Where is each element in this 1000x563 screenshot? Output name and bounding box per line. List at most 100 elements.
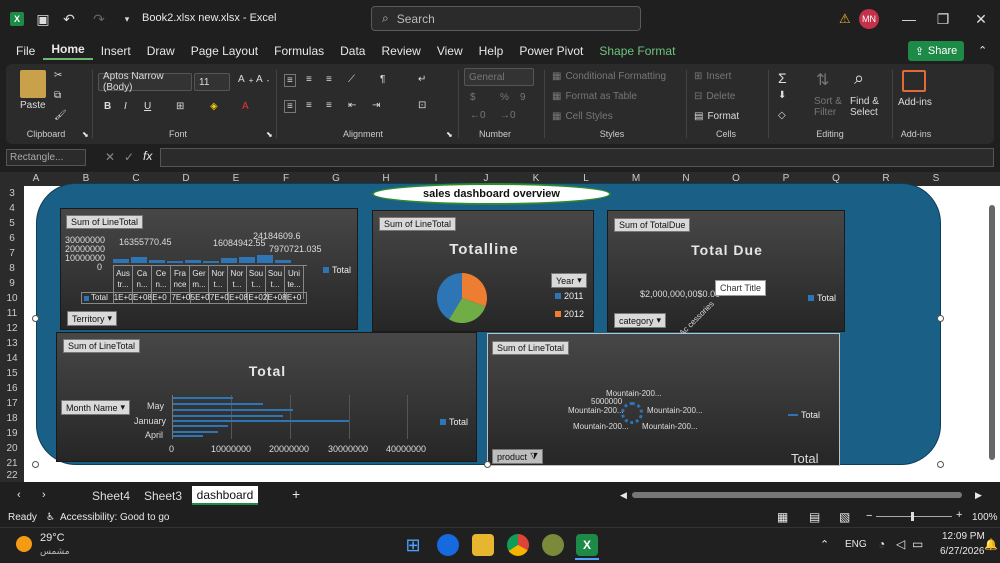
- add-ins-icon[interactable]: [902, 70, 926, 92]
- borders-icon[interactable]: ⊞: [176, 101, 184, 112]
- input-language[interactable]: ENG: [845, 539, 867, 550]
- font-size-select[interactable]: 11: [194, 73, 230, 91]
- search-box[interactable]: ⌕ Search: [371, 6, 641, 31]
- enter-icon[interactable]: ✓: [124, 150, 134, 164]
- scroll-left-icon[interactable]: ◀: [620, 490, 627, 501]
- avatar[interactable]: MN: [859, 9, 879, 29]
- accessibility-status[interactable]: Accessibility: Good to go: [60, 512, 170, 523]
- share-button[interactable]: ⇪ Share: [908, 41, 964, 61]
- row-header[interactable]: 3: [0, 188, 24, 199]
- next-sheet-icon[interactable]: ›: [42, 489, 46, 501]
- bar[interactable]: [167, 261, 183, 263]
- resize-handle[interactable]: [484, 461, 491, 468]
- tab-home[interactable]: Home: [43, 42, 93, 60]
- insert-cells-button[interactable]: ⊞ Insert: [694, 71, 731, 82]
- sheet-tab-dashboard[interactable]: dashboard: [192, 486, 258, 505]
- find-select-button[interactable]: Find & Select: [850, 96, 888, 118]
- sheet-tab[interactable]: Sheet4: [86, 486, 136, 505]
- row-header[interactable]: 12: [0, 323, 24, 334]
- excel-taskbar-icon[interactable]: X: [576, 534, 598, 556]
- minimize-icon[interactable]: —: [900, 10, 918, 28]
- row-header[interactable]: 19: [0, 428, 24, 439]
- vertical-scrollbar[interactable]: [989, 205, 995, 460]
- bar[interactable]: [173, 397, 233, 399]
- decrease-decimal-icon[interactable]: →0: [500, 110, 516, 121]
- bar[interactable]: [257, 255, 273, 263]
- bar[interactable]: [173, 420, 349, 422]
- fill-icon[interactable]: ⬇: [778, 90, 786, 101]
- scroll-right-icon[interactable]: ▶: [975, 490, 982, 501]
- field-button[interactable]: Sum of LineTotal: [492, 341, 570, 355]
- tab-shape-format[interactable]: Shape Format: [591, 44, 683, 58]
- undo-icon[interactable]: ↶: [60, 10, 78, 28]
- increase-font-icon[interactable]: A +: [238, 74, 254, 85]
- sheet-tab[interactable]: Sheet3: [140, 486, 186, 505]
- zoom-slider[interactable]: [876, 516, 952, 517]
- clipboard-launcher-icon[interactable]: ⬊: [82, 130, 89, 139]
- align-center-icon[interactable]: ≡: [306, 100, 312, 111]
- field-button[interactable]: Sum of TotalDue: [614, 218, 691, 232]
- file-explorer-icon[interactable]: [472, 534, 494, 556]
- column-header[interactable]: A: [16, 173, 56, 184]
- row-header[interactable]: 6: [0, 233, 24, 244]
- cell-styles-button[interactable]: ▦ Cell Styles: [552, 111, 613, 122]
- row-header[interactable]: 16: [0, 383, 24, 394]
- italic-icon[interactable]: I: [124, 101, 127, 112]
- resize-handle[interactable]: [937, 315, 944, 322]
- bar[interactable]: [173, 425, 228, 427]
- font-name-select[interactable]: Aptos Narrow (Body): [98, 71, 192, 93]
- cut-icon[interactable]: ✂: [54, 70, 62, 81]
- tab-page-layout[interactable]: Page Layout: [183, 44, 266, 58]
- row-header[interactable]: 18: [0, 413, 24, 424]
- bar[interactable]: [275, 260, 291, 263]
- row-header[interactable]: 10: [0, 293, 24, 304]
- wifi-icon[interactable]: ◔: [878, 537, 885, 551]
- tab-help[interactable]: Help: [471, 44, 512, 58]
- redo-icon[interactable]: ↷: [90, 10, 108, 28]
- align-middle-icon[interactable]: ≡: [306, 74, 312, 85]
- find-select-icon[interactable]: ⌕: [854, 68, 864, 89]
- month-filter-button[interactable]: Month Name ▾: [61, 400, 131, 415]
- ribbon-collapse-icon[interactable]: ⌃: [978, 44, 987, 57]
- start-windows-icon[interactable]: ⊞: [402, 534, 424, 556]
- comma-icon[interactable]: 9: [520, 92, 526, 103]
- zoom-out-icon[interactable]: −: [866, 510, 872, 522]
- territory-filter-button[interactable]: Territory ▾: [67, 311, 118, 326]
- row-header[interactable]: 11: [0, 308, 24, 319]
- save-icon[interactable]: ▣: [34, 10, 52, 28]
- tab-view[interactable]: View: [429, 44, 471, 58]
- text-direction-icon[interactable]: ¶: [380, 74, 385, 85]
- increase-indent-icon[interactable]: ⇥: [372, 100, 380, 111]
- category-filter-button[interactable]: category ▾: [614, 313, 667, 328]
- accessibility-icon[interactable]: ♿: [46, 512, 55, 523]
- align-right-icon[interactable]: ≡: [326, 100, 332, 111]
- number-format-select[interactable]: General: [464, 68, 534, 86]
- bar[interactable]: [173, 409, 293, 411]
- add-sheet-icon[interactable]: +: [292, 486, 300, 502]
- weather-sun-icon[interactable]: [16, 536, 32, 552]
- alignment-launcher-icon[interactable]: ⬊: [446, 130, 453, 139]
- row-header[interactable]: 5: [0, 218, 24, 229]
- bar[interactable]: [203, 261, 219, 263]
- chart-title[interactable]: Totalline: [373, 241, 595, 258]
- resize-handle[interactable]: [32, 315, 39, 322]
- chart-title[interactable]: Total Due: [608, 242, 846, 258]
- fill-color-icon[interactable]: ◈: [210, 101, 218, 112]
- tab-review[interactable]: Review: [373, 44, 428, 58]
- tab-formulas[interactable]: Formulas: [266, 44, 332, 58]
- conditional-formatting-button[interactable]: ▦ Conditional Formatting: [552, 71, 666, 82]
- merge-icon[interactable]: ⊡: [418, 100, 426, 111]
- name-box[interactable]: Rectangle...: [6, 149, 86, 166]
- tab-power-pivot[interactable]: Power Pivot: [511, 44, 591, 58]
- field-button[interactable]: Sum of LineTotal: [66, 215, 144, 229]
- volume-icon[interactable]: ◁: [896, 537, 905, 551]
- align-left-icon[interactable]: ≡: [284, 100, 296, 113]
- page-layout-icon[interactable]: ▤: [809, 510, 820, 524]
- column-header[interactable]: S: [916, 173, 956, 184]
- tab-data[interactable]: Data: [332, 44, 373, 58]
- wrap-text-icon[interactable]: ↵: [418, 74, 426, 85]
- resize-handle[interactable]: [937, 461, 944, 468]
- radar-plot[interactable]: [621, 402, 643, 424]
- app-icon[interactable]: [542, 534, 564, 556]
- bar[interactable]: [113, 259, 129, 263]
